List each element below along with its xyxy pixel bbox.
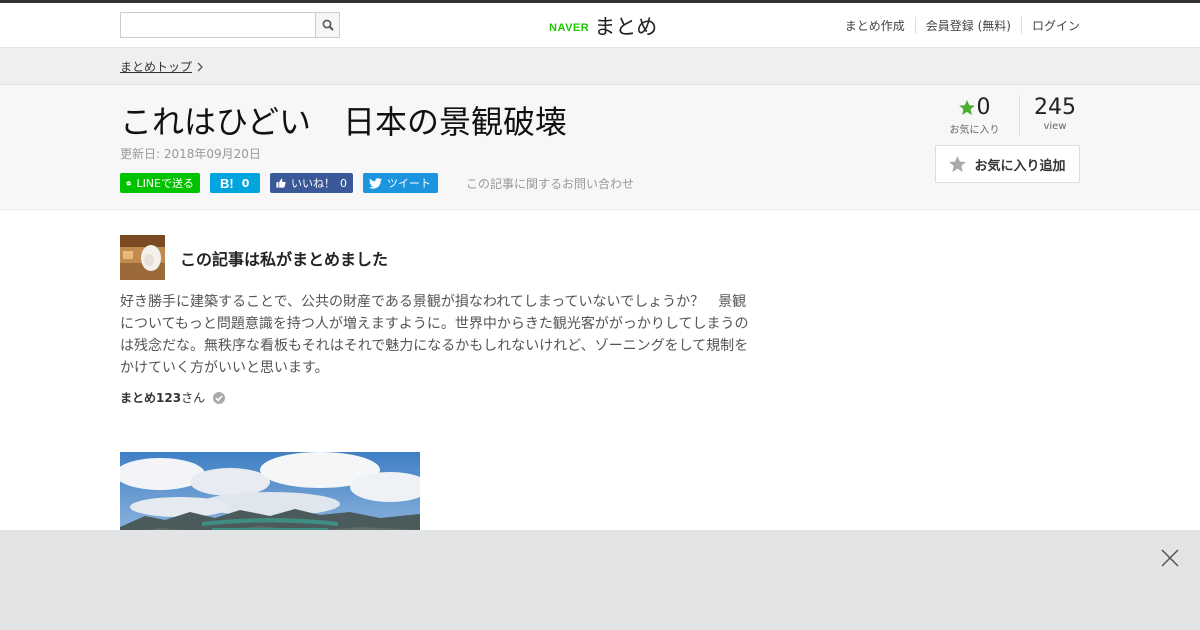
hatena-b-icon: B! <box>220 175 234 191</box>
views-stat: 245 view <box>1020 95 1080 136</box>
hatena-count: 0 <box>241 176 250 190</box>
line-share-button[interactable]: LINE LINEで送る <box>120 173 200 193</box>
facebook-like-button[interactable]: いいね！ 0 <box>270 173 353 193</box>
close-icon[interactable] <box>1160 548 1180 568</box>
star-icon <box>958 100 975 115</box>
facebook-like-count: 0 <box>340 176 347 190</box>
hatena-bookmark-button[interactable]: B! 0 <box>210 173 260 193</box>
top-nav: まとめ作成 会員登録 (無料) ログイン <box>835 17 1080 34</box>
favorites-stat: 0 お気に入り <box>940 95 1020 136</box>
avatar[interactable] <box>120 235 165 280</box>
thumbs-up-icon <box>276 178 286 188</box>
breadcrumb: まとめトップ <box>0 48 1200 85</box>
logo-matome: まとめ <box>594 15 658 39</box>
line-share-label: LINEで送る <box>136 177 194 190</box>
star-icon <box>949 156 967 172</box>
svg-text:LINE: LINE <box>127 183 132 185</box>
chevron-right-icon <box>197 62 203 71</box>
views-label: view <box>1043 121 1067 132</box>
author-name-suffix: さん <box>181 391 206 405</box>
search-input[interactable] <box>120 12 315 38</box>
tweet-button[interactable]: ツイート <box>363 173 438 193</box>
search-box <box>120 12 340 38</box>
share-buttons: LINE LINEで送る B! 0 いいね！ 0 ツイート この記事に関するお問… <box>120 173 634 193</box>
top-bar: NAVER まとめ まとめ作成 会員登録 (無料) ログイン <box>0 0 1200 48</box>
search-icon <box>322 19 334 31</box>
author-description: 好き勝手に建築することで、公共の財産である景観が損なわれてしまっていないでしょう… <box>120 294 749 376</box>
search-button[interactable] <box>315 12 340 38</box>
author-name-text: まとめ123 <box>120 391 182 405</box>
facebook-like-label: いいね！ <box>291 177 335 190</box>
author-block: この記事は私がまとめました <box>120 235 388 280</box>
breadcrumb-top-label: まとめトップ <box>120 60 193 74</box>
add-favorite-button[interactable]: お気に入り追加 <box>935 145 1080 183</box>
author-heading: この記事は私がまとめました <box>180 249 389 269</box>
twitter-bird-icon <box>369 177 382 189</box>
logo[interactable]: NAVER まとめ <box>549 11 657 41</box>
article-stats: 0 お気に入り 245 view <box>940 95 1080 136</box>
add-favorite-label: お気に入り追加 <box>974 157 1066 173</box>
author-name[interactable]: まとめ123 さん <box>120 389 226 406</box>
nav-login[interactable]: ログイン <box>1020 17 1080 34</box>
inquiry-link[interactable]: この記事に関するお問い合わせ <box>466 175 634 192</box>
tweet-label: ツイート <box>387 177 431 190</box>
nav-create-matome[interactable]: まとめ作成 <box>835 17 915 34</box>
verified-check-icon <box>213 391 226 404</box>
page-title: これはひどい 日本の景観破壊 <box>120 103 568 141</box>
updated-date: 更新日: 2018年09月20日 <box>120 147 261 161</box>
breadcrumb-top-link[interactable]: まとめトップ <box>120 58 203 75</box>
avatar-image <box>120 235 165 280</box>
nav-register[interactable]: 会員登録 (無料) <box>914 17 1021 34</box>
views-count: 245 <box>1034 95 1076 120</box>
line-icon: LINE <box>126 180 132 186</box>
favorites-label: お気に入り <box>949 125 1000 136</box>
favorites-count: 0 <box>976 95 991 120</box>
article-header: これはひどい 日本の景観破壊 更新日: 2018年09月20日 LINE LIN… <box>0 85 1200 210</box>
ad-banner <box>0 530 1200 630</box>
logo-naver: NAVER <box>549 21 590 34</box>
